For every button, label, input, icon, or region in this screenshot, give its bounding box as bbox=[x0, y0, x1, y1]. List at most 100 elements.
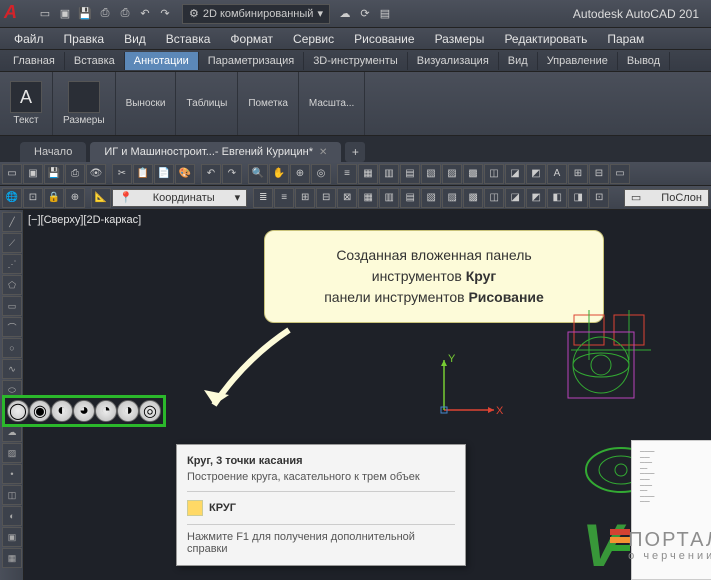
tb-icon[interactable]: ◎ bbox=[311, 164, 331, 184]
tb-icon[interactable]: ⎙ bbox=[65, 164, 85, 184]
tb-icon[interactable]: ▥ bbox=[379, 188, 399, 208]
gradient-icon[interactable]: ◐ bbox=[2, 506, 22, 526]
tb-icon[interactable]: ◫ bbox=[484, 164, 504, 184]
tb-icon[interactable]: ▣ bbox=[23, 164, 43, 184]
line-icon[interactable]: ╱ bbox=[2, 212, 22, 232]
tb-icon[interactable]: 📄 bbox=[154, 164, 174, 184]
coordinates-selector[interactable]: 📍Координаты▾ bbox=[112, 189, 247, 207]
save-icon[interactable]: 💾 bbox=[76, 5, 94, 23]
tb-icon[interactable]: ⊡ bbox=[589, 188, 609, 208]
circle-ttt-icon[interactable]: ◑ bbox=[117, 400, 139, 422]
menu-view[interactable]: Вид bbox=[114, 30, 156, 48]
tab-output[interactable]: Вывод bbox=[618, 52, 670, 70]
tb-icon[interactable]: ◪ bbox=[505, 164, 525, 184]
tb-icon[interactable]: 📋 bbox=[133, 164, 153, 184]
tb-icon[interactable]: ▤ bbox=[400, 164, 420, 184]
arc-icon[interactable]: ⌒ bbox=[2, 317, 22, 337]
polyline-icon[interactable]: ⟋ bbox=[2, 233, 22, 253]
ribbon-group-markup[interactable]: Пометка bbox=[238, 72, 299, 135]
tb-icon[interactable]: ≡ bbox=[274, 188, 294, 208]
construction-line-icon[interactable]: ⋰ bbox=[2, 254, 22, 274]
menu-tools[interactable]: Сервис bbox=[283, 30, 344, 48]
circle-donut-icon[interactable]: ◎ bbox=[139, 400, 161, 422]
ribbon-group-dimensions[interactable]: Размеры bbox=[53, 72, 116, 135]
tb-icon[interactable]: 🌐 bbox=[2, 188, 22, 208]
tb-icon[interactable]: ▧ bbox=[421, 164, 441, 184]
menu-draw[interactable]: Рисование bbox=[344, 30, 424, 48]
tb-icon[interactable]: ▩ bbox=[463, 164, 483, 184]
tb-icon[interactable]: ◧ bbox=[547, 188, 567, 208]
tb-icon[interactable]: ⊞ bbox=[568, 164, 588, 184]
spline-icon[interactable]: ∿ bbox=[2, 359, 22, 379]
circle-center-diameter-icon[interactable]: ◉ bbox=[29, 400, 51, 422]
doc-tab-start[interactable]: Начало bbox=[20, 142, 86, 162]
tb-icon[interactable]: 💾 bbox=[44, 164, 64, 184]
tb-icon[interactable]: ↷ bbox=[222, 164, 242, 184]
tb-icon[interactable]: ▧ bbox=[421, 188, 441, 208]
region-icon[interactable]: ▣ bbox=[2, 527, 22, 547]
tab-annotate[interactable]: Аннотации bbox=[125, 52, 199, 70]
tb-icon[interactable]: ◪ bbox=[505, 188, 525, 208]
doc-tab-active[interactable]: ИГ и Машиностроит...- Евгений Курицин* ✕ bbox=[90, 142, 341, 162]
layer-combo[interactable]: ▭ПоСлон bbox=[624, 189, 709, 207]
tb-icon[interactable]: ✋ bbox=[269, 164, 289, 184]
share-icon[interactable]: ☁ bbox=[336, 5, 354, 23]
block-icon[interactable]: ◫ bbox=[2, 485, 22, 505]
menu-modify[interactable]: Редактировать bbox=[494, 30, 597, 48]
tb-icon[interactable]: ▨ bbox=[442, 164, 462, 184]
ribbon-group-tables[interactable]: Таблицы bbox=[176, 72, 238, 135]
tb-icon[interactable]: ▦ bbox=[358, 164, 378, 184]
tab-parametric[interactable]: Параметризация bbox=[199, 52, 304, 70]
polygon-icon[interactable]: ⬠ bbox=[2, 275, 22, 295]
tb-icon[interactable]: ≡ bbox=[337, 164, 357, 184]
table-icon[interactable]: ▦ bbox=[2, 548, 22, 568]
menu-file[interactable]: Файл bbox=[4, 30, 54, 48]
circle-2point-icon[interactable]: ◐ bbox=[51, 400, 73, 422]
circle-ttr-icon[interactable]: ◔ bbox=[95, 400, 117, 422]
sync-icon[interactable]: ⟳ bbox=[356, 5, 374, 23]
tb-icon[interactable]: ▨ bbox=[442, 188, 462, 208]
tb-icon[interactable]: ↶ bbox=[201, 164, 221, 184]
menu-edit[interactable]: Правка bbox=[54, 30, 115, 48]
tb-icon[interactable]: ◫ bbox=[484, 188, 504, 208]
tb-icon[interactable]: ⊡ bbox=[23, 188, 43, 208]
ribbon-group-text[interactable]: A Текст bbox=[0, 72, 53, 135]
undo-icon[interactable]: ↶ bbox=[136, 5, 154, 23]
tb-icon[interactable]: ▦ bbox=[358, 188, 378, 208]
point-icon[interactable]: • bbox=[2, 464, 22, 484]
tb-icon[interactable]: ⊠ bbox=[337, 188, 357, 208]
tb-icon[interactable]: ⊞ bbox=[295, 188, 315, 208]
tb-icon[interactable]: ▭ bbox=[610, 164, 630, 184]
redo-icon[interactable]: ↷ bbox=[156, 5, 174, 23]
new-tab-button[interactable]: + bbox=[345, 142, 365, 162]
menu-insert[interactable]: Вставка bbox=[156, 30, 221, 48]
open-icon[interactable]: ▣ bbox=[56, 5, 74, 23]
hatch-icon[interactable]: ▨ bbox=[2, 443, 22, 463]
tb-icon[interactable]: 👁 bbox=[86, 164, 106, 184]
viewport-label[interactable]: [−][Сверху][2D-каркас] bbox=[28, 214, 141, 226]
tb-icon[interactable]: 🔍 bbox=[248, 164, 268, 184]
tb-icon[interactable]: A bbox=[547, 164, 567, 184]
tb-icon[interactable]: ▤ bbox=[400, 188, 420, 208]
circle-icon[interactable]: ○ bbox=[2, 338, 22, 358]
ribbon-group-scale[interactable]: Масшта... bbox=[299, 72, 365, 135]
tb-icon[interactable]: ◨ bbox=[568, 188, 588, 208]
tb-icon[interactable]: ◩ bbox=[526, 188, 546, 208]
tab-manage[interactable]: Управление bbox=[538, 52, 618, 70]
tb-icon[interactable]: ⊟ bbox=[316, 188, 336, 208]
new-icon[interactable]: ▭ bbox=[36, 5, 54, 23]
circle-center-radius-icon[interactable]: ◯ bbox=[7, 400, 29, 422]
rectangle-icon[interactable]: ▭ bbox=[2, 296, 22, 316]
plot-icon[interactable]: ⎙ bbox=[116, 5, 134, 23]
menu-dimension[interactable]: Размеры bbox=[425, 30, 495, 48]
tab-3dtools[interactable]: 3D-инструменты bbox=[304, 52, 408, 70]
tb-icon[interactable]: ≣ bbox=[253, 188, 273, 208]
tab-visualize[interactable]: Визуализация bbox=[408, 52, 499, 70]
tb-icon[interactable]: 🔒 bbox=[44, 188, 64, 208]
publish-icon[interactable]: ▤ bbox=[376, 5, 394, 23]
tb-icon[interactable]: ▩ bbox=[463, 188, 483, 208]
ribbon-group-leaders[interactable]: Выноски bbox=[116, 72, 177, 135]
circle-3point-icon[interactable]: ◕ bbox=[73, 400, 95, 422]
tb-icon[interactable]: ✂ bbox=[112, 164, 132, 184]
saveas-icon[interactable]: ⎙ bbox=[96, 5, 114, 23]
